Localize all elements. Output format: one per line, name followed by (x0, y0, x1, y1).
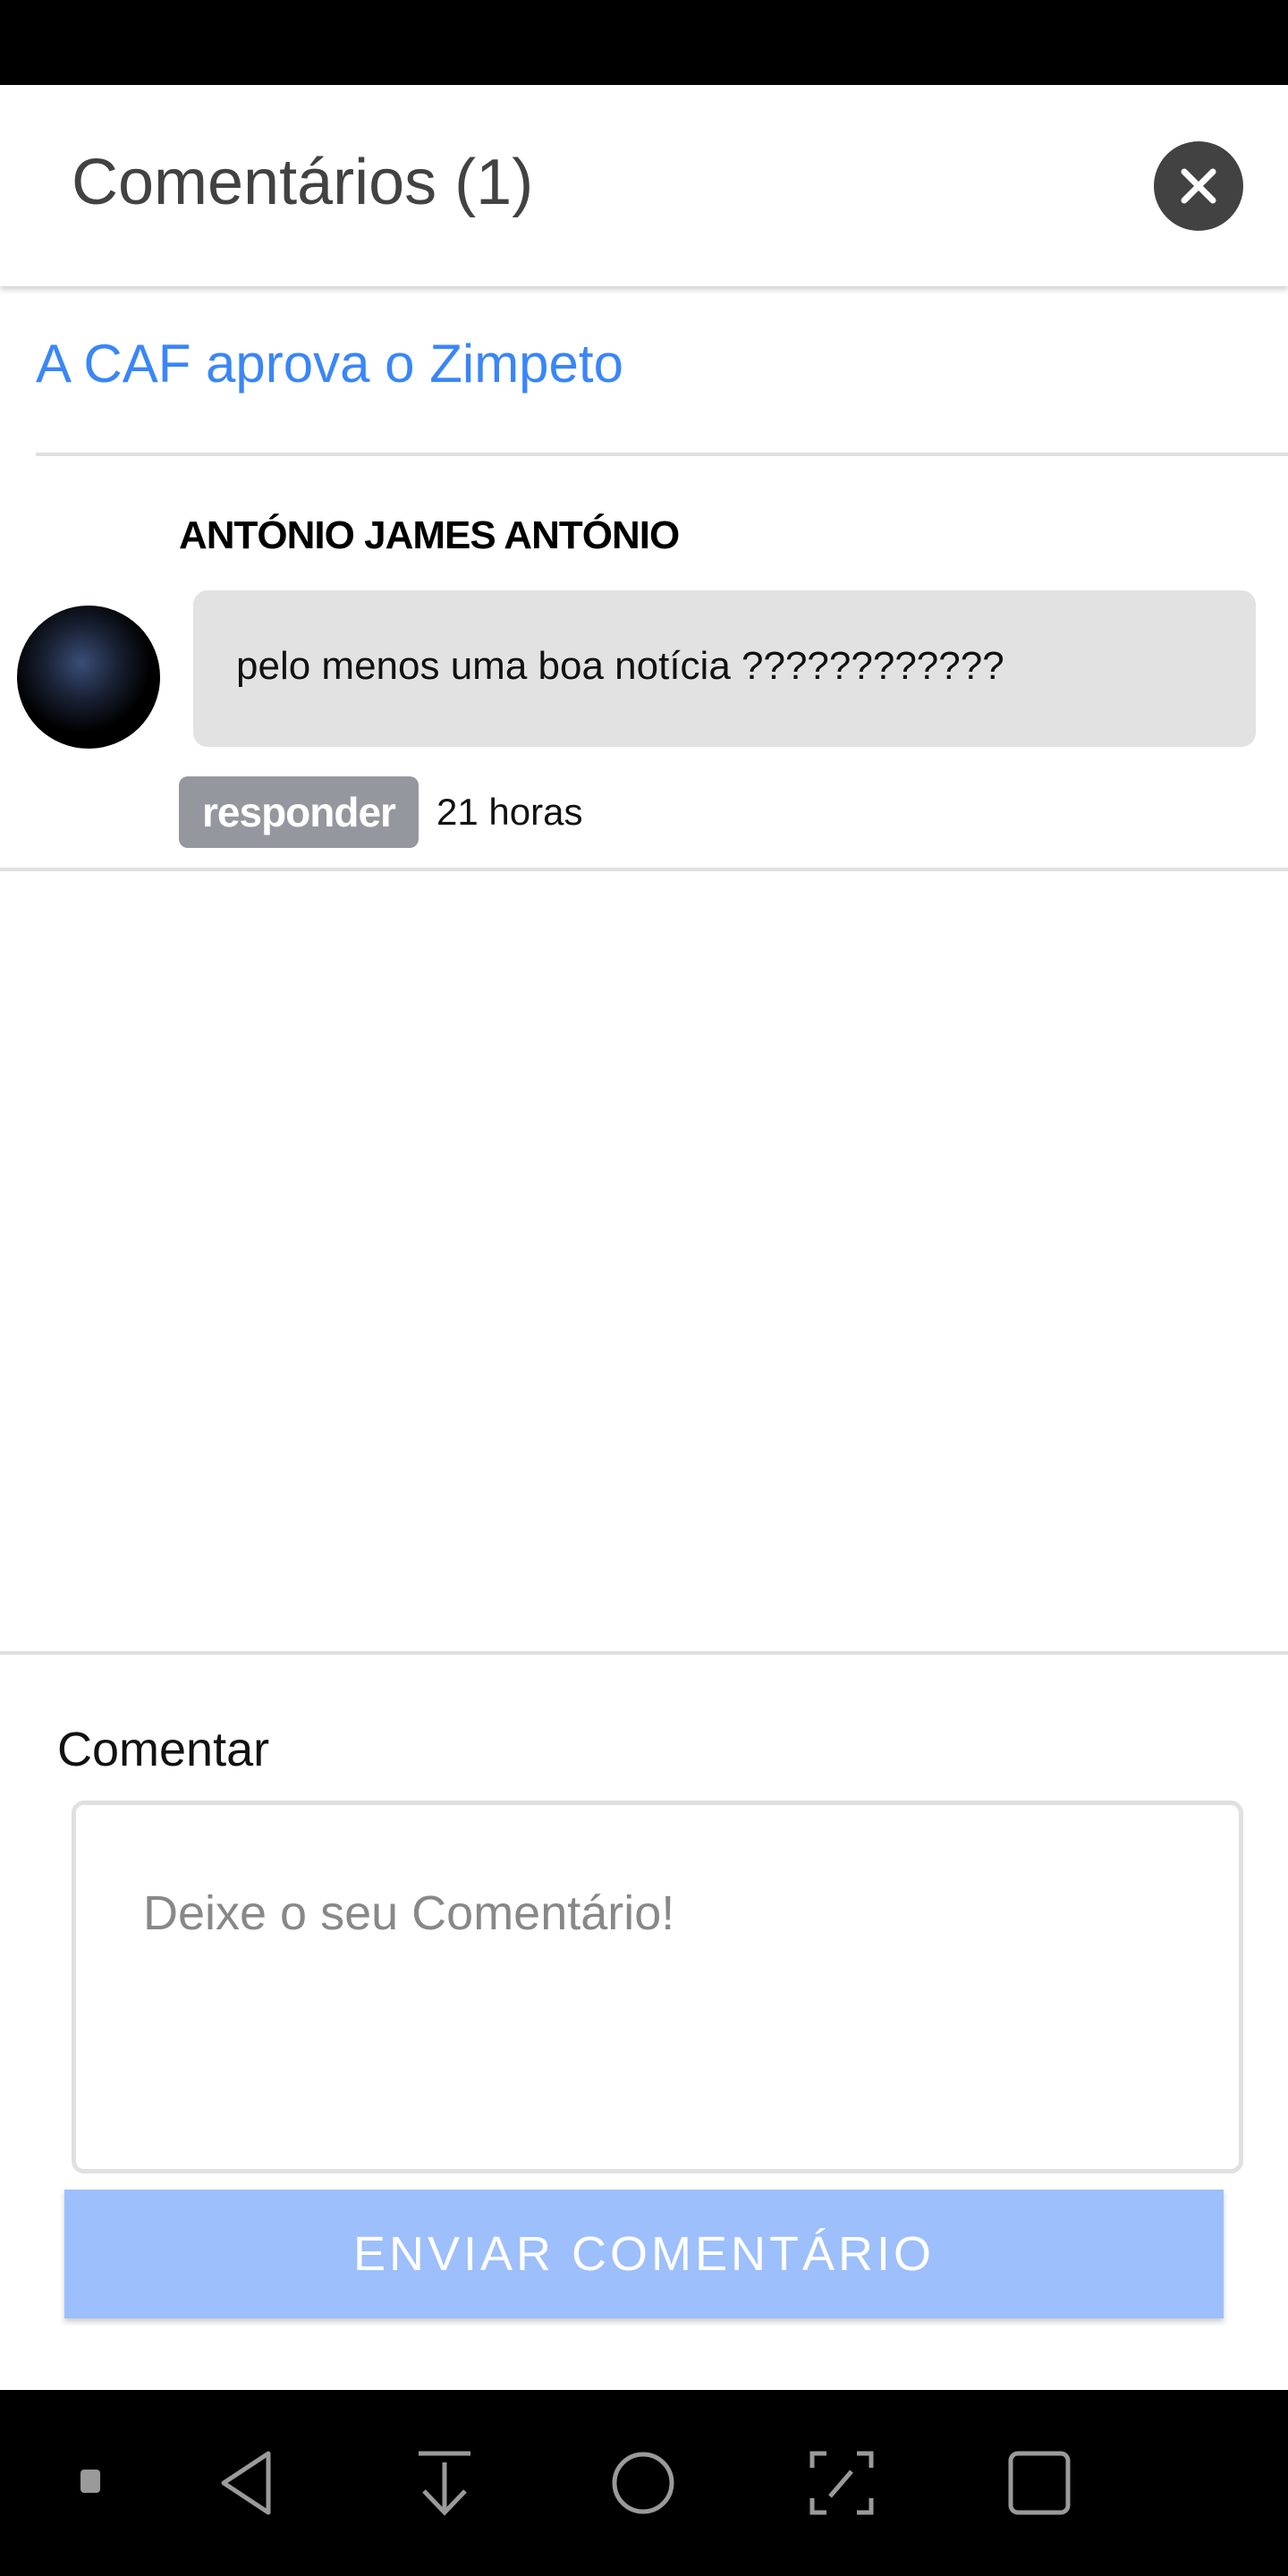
article-link[interactable]: A CAF aprova o Zimpeto (36, 333, 623, 394)
divider (0, 1651, 1288, 1655)
comment-bubble: pelo menos uma boa notícia ???????????? (193, 590, 1256, 747)
page-title: Comentários (1) (72, 147, 534, 218)
reply-button[interactable]: responder (179, 776, 419, 848)
divider (0, 868, 1288, 871)
divider (36, 453, 1288, 456)
edit-screenshot-icon[interactable] (809, 2450, 875, 2516)
comment-label: Comentar (57, 1723, 270, 1776)
close-icon (1181, 168, 1216, 204)
close-button[interactable] (1154, 141, 1243, 231)
comment-time: 21 horas (436, 791, 583, 833)
comment-text: pelo menos uma boa notícia ???????????? (236, 644, 1004, 688)
navigation-bar (0, 2390, 1288, 2576)
comment-author: ANTÓNIO JAMES ANTÓNIO (179, 513, 680, 557)
comment-input[interactable] (72, 1801, 1243, 2174)
avatar (17, 606, 160, 749)
download-icon[interactable] (413, 2450, 476, 2516)
dot-icon[interactable] (79, 2450, 106, 2521)
header: Comentários (1) (0, 85, 1288, 286)
recents-icon[interactable] (1007, 2450, 1073, 2516)
send-comment-button[interactable]: ENVIAR COMENTÁRIO (64, 2190, 1224, 2318)
home-icon[interactable] (610, 2450, 676, 2516)
back-icon[interactable] (215, 2450, 277, 2516)
status-bar (0, 0, 1288, 85)
